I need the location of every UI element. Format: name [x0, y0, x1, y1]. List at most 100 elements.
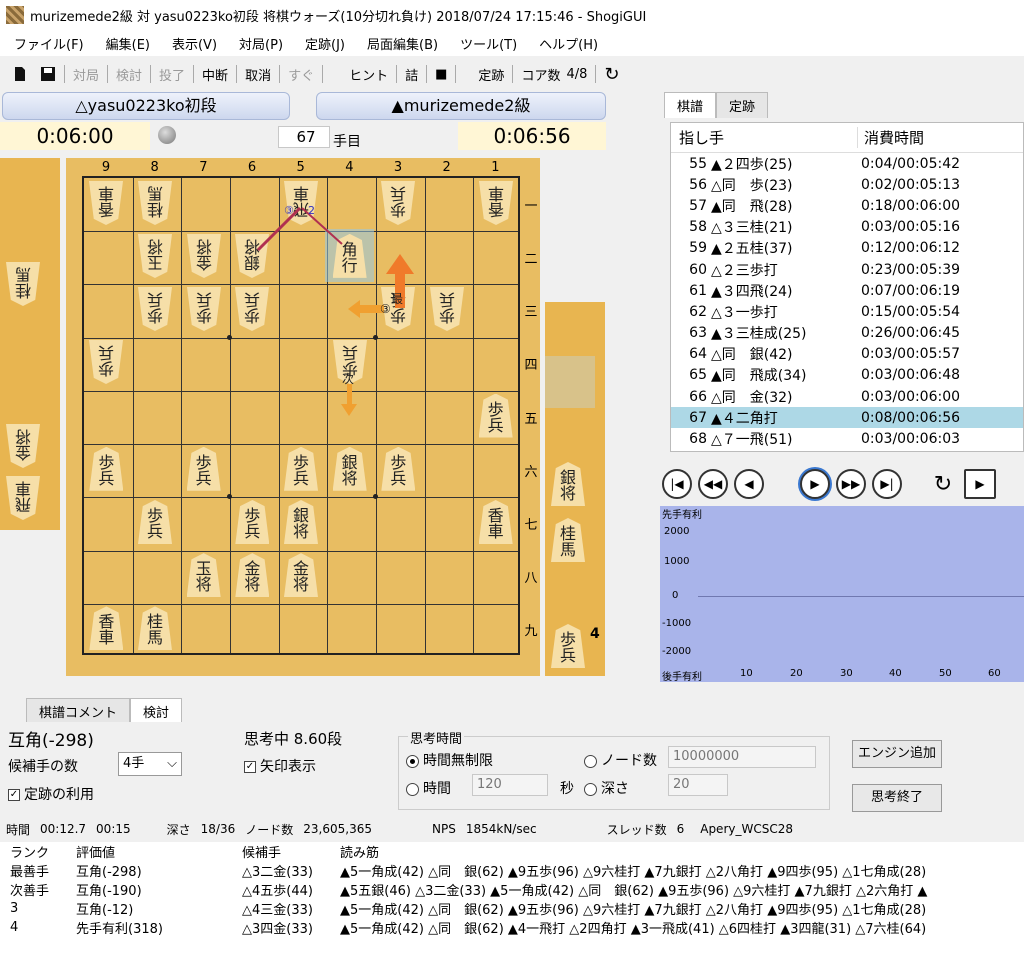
menu-board-edit[interactable]: 局面編集(B): [367, 34, 438, 53]
use-joseki-checkbox[interactable]: ✓ 定跡の利用: [8, 784, 94, 804]
show-arrows-checkbox[interactable]: ✓ 矢印表示: [244, 756, 316, 776]
mate-button[interactable]: 詰: [399, 65, 424, 84]
kifu-row[interactable]: 68 △７一飛(51) 0:03/00:06:03: [671, 428, 1023, 449]
tab-kifu[interactable]: 棋譜: [664, 92, 717, 118]
menu-game[interactable]: 対局(P): [239, 34, 283, 53]
candidates-select[interactable]: 4手 ⌵: [118, 752, 182, 776]
time-radio[interactable]: 時間: [406, 778, 451, 798]
back-one-icon[interactable]: ◀: [734, 469, 764, 499]
node-radio[interactable]: ノード数: [584, 750, 657, 770]
sente-piece[interactable]: 香車: [478, 499, 513, 544]
sente-piece[interactable]: 歩兵: [186, 446, 221, 491]
sente-piece[interactable]: 歩兵: [284, 446, 318, 491]
save-icon[interactable]: [40, 66, 56, 82]
sente-piece[interactable]: 歩兵: [138, 499, 172, 544]
back-ten-icon[interactable]: ◀◀: [698, 469, 728, 499]
gote-piece[interactable]: 玉将: [138, 234, 172, 278]
depth-input[interactable]: 20: [668, 774, 728, 796]
pv-row[interactable]: 最善手 互角(-298) △3二金(33) ▲5一角成(42) △同 銀(62) ▲9…: [0, 861, 1024, 880]
gote-hand-piece[interactable]: 金将: [6, 424, 40, 468]
node-input[interactable]: 10000000: [668, 746, 816, 768]
menu-joseki[interactable]: 定跡(J): [305, 34, 345, 53]
stop-thinking-button[interactable]: 思考終了: [852, 784, 942, 812]
sente-hand-piece[interactable]: 桂馬: [551, 518, 585, 562]
play-icon[interactable]: ▶: [964, 469, 996, 499]
rank-label: 八: [524, 571, 538, 587]
sente-piece[interactable]: 香車: [89, 606, 124, 651]
flip-board-icon[interactable]: ↻: [928, 469, 958, 499]
kifu-list[interactable]: 指し手 消費時間 55 ▲２四歩(25) 0:04/00:05:42 56 △同 歩(2…: [670, 122, 1024, 452]
kifu-row[interactable]: 56 △同 歩(23) 0:02/00:05:13: [671, 174, 1023, 195]
sente-piece[interactable]: 歩兵: [381, 446, 416, 491]
menu-file[interactable]: ファイル(F): [14, 34, 84, 53]
kifu-row[interactable]: 66 △同 金(32) 0:03/00:06:00: [671, 386, 1023, 407]
kifu-row[interactable]: 67 ▲４二角打 0:08/00:06:56: [671, 407, 1023, 429]
sente-hand-piece[interactable]: 歩兵: [551, 624, 585, 668]
kifu-row[interactable]: 57 ▲同 飛(28) 0:18/00:06:00: [671, 195, 1023, 216]
gote-hand-piece[interactable]: 飛車: [6, 476, 40, 520]
gote-piece[interactable]: 金将: [187, 234, 221, 278]
menu-help[interactable]: ヘルプ(H): [539, 34, 598, 53]
gote-piece[interactable]: 香車: [479, 181, 513, 225]
pv-row[interactable]: 4 先手有利(318) △3四金(33) ▲5一角成(42) △同 銀(62) ▲4一…: [0, 918, 1024, 937]
tab-joseki[interactable]: 定跡: [716, 92, 769, 118]
stop-icon[interactable]: ■: [429, 67, 453, 82]
time-input[interactable]: 120: [472, 774, 548, 796]
kifu-row[interactable]: 58 △３三桂(21) 0:03/00:05:16: [671, 217, 1023, 238]
pv-table[interactable]: ランク 評価値 候補手 読み筋 最善手 互角(-298) △3二金(33) ▲5一角成…: [0, 842, 1024, 954]
first-move-icon[interactable]: |◀: [662, 469, 692, 499]
sente-piece[interactable]: 桂馬: [138, 606, 172, 651]
menu-tools[interactable]: ツール(T): [460, 34, 517, 53]
resign-button[interactable]: 投了: [153, 65, 191, 84]
add-engine-button[interactable]: エンジン追加: [852, 740, 942, 768]
sente-piece[interactable]: 金将: [284, 553, 318, 598]
tab-analysis[interactable]: 検討: [130, 698, 183, 724]
refresh-icon[interactable]: ↻: [598, 64, 625, 85]
tab-kifu-comment[interactable]: 棋譜コメント: [26, 698, 131, 724]
new-file-icon[interactable]: [12, 66, 28, 82]
joseki-button[interactable]: 定跡: [472, 65, 510, 84]
kifu-row[interactable]: 65 ▲同 飛成(34) 0:03/00:06:48: [671, 365, 1023, 386]
kifu-row[interactable]: 55 ▲２四歩(25) 0:04/00:05:42: [671, 153, 1023, 174]
sente-piece[interactable]: 金将: [235, 553, 270, 598]
sente-piece[interactable]: 銀将: [284, 499, 318, 544]
kifu-row[interactable]: 59 ▲２五桂(37) 0:12/00:06:12: [671, 238, 1023, 259]
hint-button[interactable]: ヒント: [343, 65, 394, 84]
unlimited-radio[interactable]: 時間無制限: [406, 750, 493, 770]
menu-edit[interactable]: 編集(E): [106, 34, 150, 53]
sente-piece[interactable]: 歩兵: [235, 499, 270, 544]
last-move-icon[interactable]: ▶|: [872, 469, 902, 499]
gote-piece[interactable]: 歩兵: [235, 287, 269, 331]
move-now-button[interactable]: すぐ: [282, 65, 320, 84]
undo-button[interactable]: 取消: [239, 65, 277, 84]
taikyoku-button[interactable]: 対局: [67, 65, 105, 84]
gote-hand-piece[interactable]: 桂馬: [6, 262, 40, 306]
pv-row[interactable]: 次善手 互角(-190) △4五歩(44) ▲5五銀(46) △3二金(33) ▲5一…: [0, 880, 1024, 899]
sente-piece[interactable]: 銀将: [332, 446, 367, 491]
kifu-row[interactable]: 60 △２三歩打 0:23/00:05:39: [671, 259, 1023, 280]
menu-view[interactable]: 表示(V): [172, 34, 217, 53]
sente-piece[interactable]: 歩兵: [89, 446, 124, 491]
depth-radio[interactable]: 深さ: [584, 778, 629, 798]
kifu-row[interactable]: 64 △同 銀(42) 0:03/00:05:57: [671, 344, 1023, 365]
gote-piece[interactable]: 歩兵: [89, 340, 123, 384]
sente-piece[interactable]: 玉将: [186, 553, 221, 598]
kifu-row[interactable]: 63 ▲３三桂成(25) 0:26/00:06:45: [671, 323, 1023, 344]
forward-ten-icon[interactable]: ▶▶: [836, 469, 866, 499]
kifu-row[interactable]: 62 △３一歩打 0:15/00:05:54: [671, 301, 1023, 322]
gote-piece[interactable]: 桂馬: [138, 181, 172, 225]
sente-hand-piece[interactable]: 銀将: [551, 462, 585, 506]
gote-piece[interactable]: 歩兵: [187, 287, 221, 331]
kifu-row[interactable]: 61 ▲３四飛(24) 0:07/00:06:19: [671, 280, 1023, 301]
gote-piece[interactable]: 香車: [89, 181, 123, 225]
sente-piece[interactable]: 歩兵: [478, 393, 513, 438]
kento-button[interactable]: 検討: [110, 65, 148, 84]
interrupt-button[interactable]: 中断: [196, 65, 234, 84]
pv-row[interactable]: 3 互角(-12) △4三金(33) ▲5一角成(42) △同 銀(62) ▲9五歩(…: [0, 899, 1024, 918]
move-number-field[interactable]: 67: [278, 126, 330, 148]
gote-piece[interactable]: 歩兵: [138, 287, 172, 331]
gote-piece[interactable]: 歩兵: [381, 181, 415, 225]
kifu-move: △３一歩打: [711, 304, 778, 321]
forward-one-icon[interactable]: ▶: [800, 469, 830, 499]
gote-piece[interactable]: 歩兵: [430, 287, 464, 331]
